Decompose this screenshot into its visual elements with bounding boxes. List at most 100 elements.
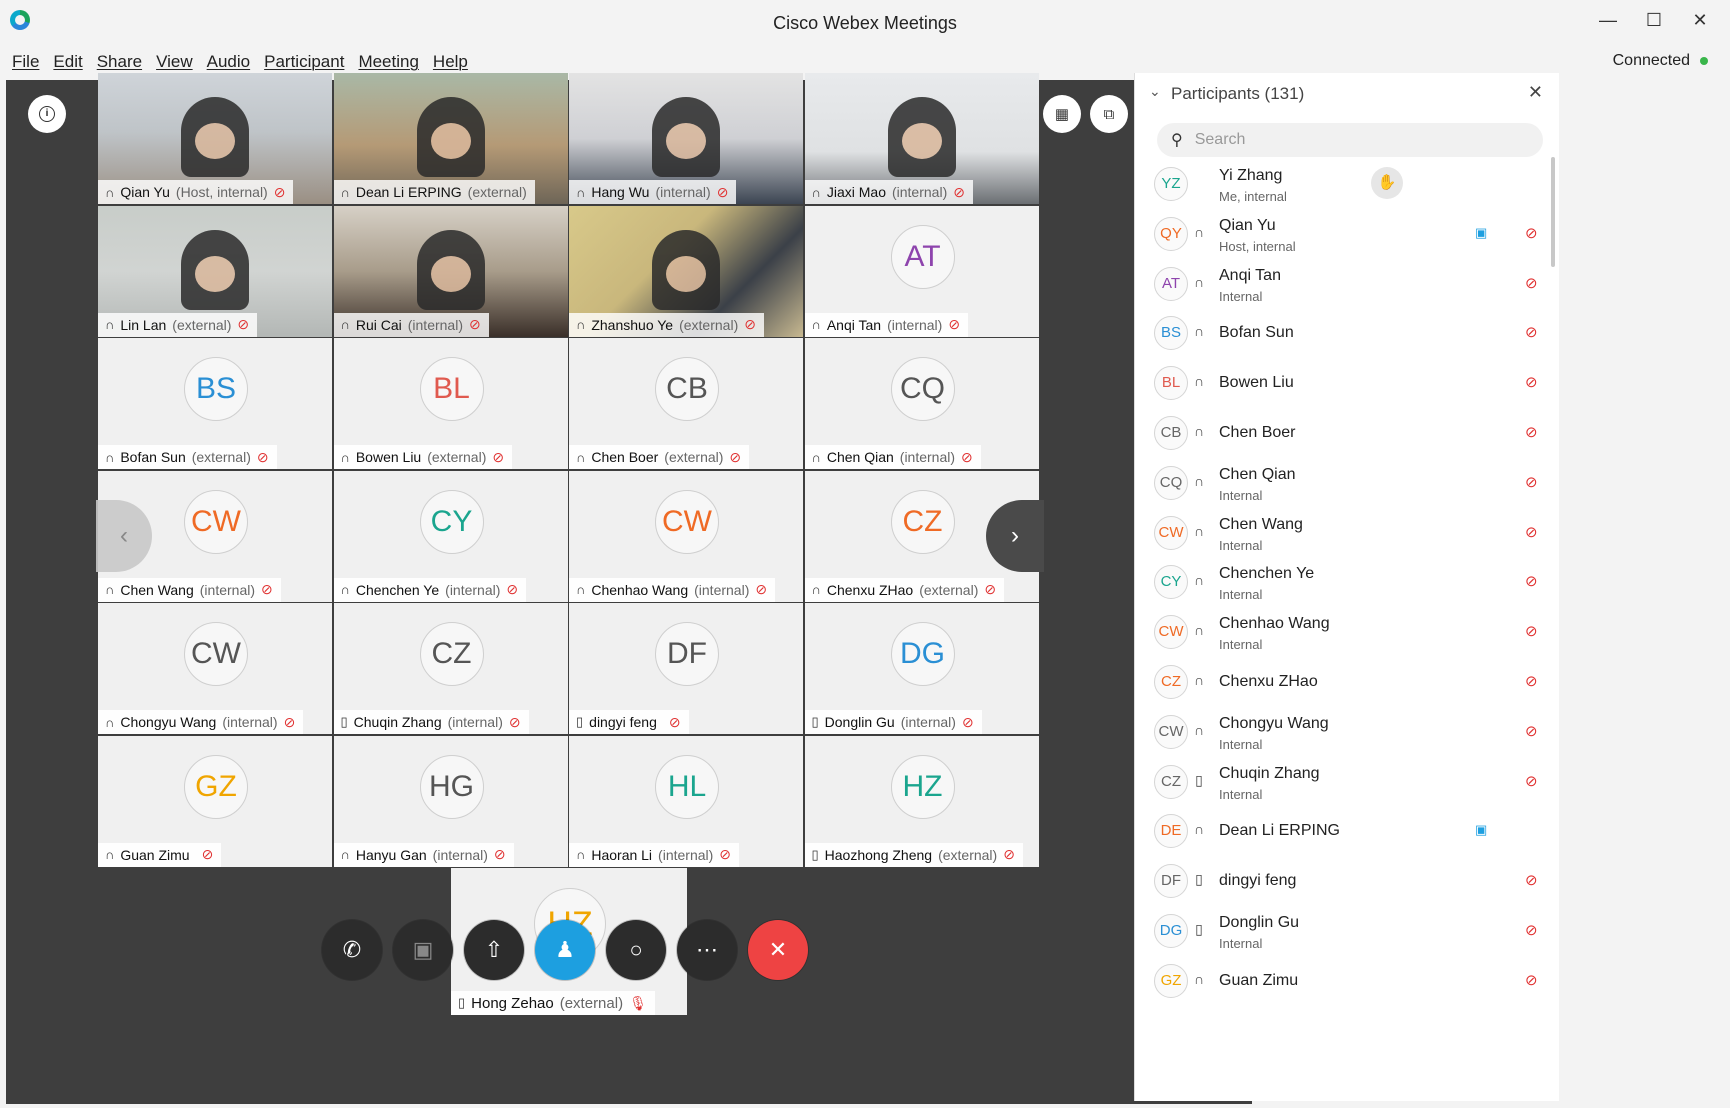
leave-meeting-button[interactable]: ✕ [748,920,808,980]
headset-icon: ∩ [811,184,821,200]
participant-row[interactable]: BL ∩ Bowen Liu ⊘ [1135,360,1559,410]
menu-help[interactable]: Help [433,52,468,72]
participant-row[interactable]: DF ▯ dingyi feng ⊘ [1135,858,1559,908]
menu-edit[interactable]: Edit [53,52,82,72]
participant-list-role: Internal [1219,736,1263,752]
search-input[interactable] [1192,130,1517,150]
participant-name: Lin Lan [120,316,167,333]
participant-row[interactable]: DE ∩ Dean Li ERPING ▣ [1135,808,1559,858]
participant-list-role: Me, internal [1219,189,1287,204]
chevron-down-icon[interactable]: ⌄ [1149,83,1161,100]
video-tile[interactable]: ∩ Zhanshuo Ye (external) ⊘ [569,205,803,337]
muted-mic-icon: ⊘ [1525,224,1538,242]
video-button[interactable]: ▣ [393,920,453,980]
participant-search[interactable]: ⚲ [1157,123,1543,157]
menu-file[interactable]: File [12,52,39,72]
headset-icon: ∩ [1193,472,1205,489]
audio-button[interactable]: ✆ [322,920,382,980]
video-tile[interactable]: BL ∩ Bowen Liu (external) ⊘ [333,338,568,469]
video-tile[interactable]: ∩ Hang Wu (internal) ⊘ [569,73,803,204]
video-tile[interactable]: CW ∩ Chongyu Wang (internal) ⊘ [98,603,332,734]
meeting-info-button[interactable]: i [28,95,66,133]
menu-share[interactable]: Share [97,52,142,72]
participant-avatar: GZ [1154,963,1188,998]
participant-list-role: Internal [1219,935,1263,951]
video-tile[interactable]: ∩ Dean Li ERPING (external) [333,73,568,204]
headset-icon: ∩ [340,317,350,332]
participant-row[interactable]: CB ∩ Chen Boer ⊘ [1135,410,1559,460]
close-window-button[interactable]: ✕ [1688,8,1712,32]
raise-hand-icon[interactable]: ✋ [1371,167,1403,199]
video-tile[interactable]: HG ∩ Hanyu Gan (internal) ⊘ [333,735,568,867]
phone-icon: ▯ [458,995,466,1010]
participant-avatar: BS [1154,316,1188,351]
panel-scrollbar[interactable] [1551,157,1555,267]
video-tile[interactable]: BS ∩ Bofan Sun (external) ⊘ [98,338,332,469]
info-icon: i [39,106,55,122]
participant-list-name: Bowen Liu [1219,374,1294,392]
participant-row[interactable]: CQ ∩ Chen Qian Internal ⊘ [1135,460,1559,510]
menu-audio[interactable]: Audio [207,52,250,72]
participant-name: Donglin Gu [824,714,895,730]
participant-row[interactable]: CY ∩ Chenchen Ye Internal ⊘ [1135,559,1559,609]
participant-row[interactable]: GZ ∩ Guan Zimu ⊘ [1135,958,1559,1008]
connection-status-label: Connected [1612,52,1690,69]
participant-row[interactable]: CZ ∩ Chenxu ZHao ⊘ [1135,659,1559,709]
participant-role: (internal) [199,581,256,598]
maximize-button[interactable]: ☐ [1642,8,1666,32]
video-tile[interactable]: DG ▯ Donglin Gu (internal) ⊘ [804,603,1039,734]
participant-row[interactable]: YZ Yi Zhang Me, internal ✋ [1135,161,1559,211]
participant-name-tag: ∩ Bofan Sun (external) ⊘ [98,445,277,469]
muted-mic-icon: ⊘ [729,448,742,465]
chat-button[interactable]: ○ [606,920,666,980]
video-tile[interactable]: CY ∩ Chenchen Ye (internal) ⊘ [333,470,568,602]
share-button[interactable]: ⇧ [464,920,524,980]
participant-row[interactable]: CZ ▯ Chuqin Zhang Internal ⊘ [1135,759,1559,809]
video-tile[interactable]: CW ∩ Chenhao Wang (internal) ⊘ [569,470,803,602]
muted-mic-icon: ⊘ [1525,722,1538,740]
participant-role: (internal) [694,581,750,598]
participant-row[interactable]: CW ∩ Chenhao Wang Internal ⊘ [1135,609,1559,659]
video-tile[interactable]: GZ ∩ Guan Zimu ⊘ [98,735,332,867]
minimize-button[interactable]: — [1596,8,1620,32]
layout-options-button[interactable]: ⧉ [1090,95,1128,133]
video-tile[interactable]: AT ∩ Anqi Tan (internal) ⊘ [804,205,1039,337]
headset-icon: ∩ [105,184,115,200]
participant-role: (external) [172,316,232,333]
participant-row[interactable]: DG ▯ Donglin Gu Internal ⊘ [1135,908,1559,958]
headset-icon: ∩ [105,582,115,597]
participant-row[interactable]: CW ∩ Chongyu Wang Internal ⊘ [1135,709,1559,759]
video-tile[interactable]: HL ∩ Haoran Li (internal) ⊘ [569,735,803,867]
grid-view-button[interactable]: ▦ [1043,95,1081,133]
person-silhouette [181,97,249,177]
participant-name-tag: ∩ Chongyu Wang (internal) ⊘ [98,710,304,734]
participant-row[interactable]: CW ∩ Chen Wang Internal ⊘ [1135,510,1559,560]
video-tile[interactable]: HZ ▯ Haozhong Zheng (external) ⊘ [804,735,1039,867]
self-name-tag: ▯ Hong Zehao (external) 🎙︎ [451,991,655,1015]
video-tile[interactable]: CQ ∩ Chen Qian (internal) ⊘ [804,338,1039,469]
participant-list-role: Internal [1219,587,1263,603]
menu-meeting[interactable]: Meeting [358,52,418,72]
menu-participant[interactable]: Participant [264,52,344,72]
video-tile[interactable]: ∩ Qian Yu (Host, internal) ⊘ [98,73,332,204]
person-silhouette [652,229,720,310]
participant-row[interactable]: QY ∩ Qian Yu Host, internal ▣ ⊘ [1135,211,1559,261]
participant-row[interactable]: AT ∩ Anqi Tan Internal ⊘ [1135,261,1559,311]
video-tile[interactable]: CZ ▯ Chuqin Zhang (internal) ⊘ [333,603,568,734]
menu-view[interactable]: View [156,52,193,72]
avatar-initials: BL [419,357,484,421]
participants-button[interactable]: ♟ [535,920,595,980]
participants-header: ⌄ Participants (131) ✕ [1135,73,1559,115]
video-tile[interactable]: DF ▯ dingyi feng ⊘ [569,603,803,734]
participant-row[interactable]: BS ∩ Bofan Sun ⊘ [1135,310,1559,360]
more-options-button[interactable]: ⋯ [677,920,737,980]
muted-mic-icon: ⊘ [719,846,732,862]
participant-name-tag: ∩ Chen Boer (external) ⊘ [569,445,750,469]
muted-mic-icon: ⊘ [273,183,286,200]
video-tile[interactable]: CB ∩ Chen Boer (external) ⊘ [569,338,803,469]
video-tile[interactable]: ∩ Rui Cai (internal) ⊘ [333,205,568,337]
video-tile[interactable]: ∩ Jiaxi Mao (internal) ⊘ [804,73,1039,204]
participant-name-tag: ∩ Chenxu ZHao (external) ⊘ [804,577,1005,602]
close-panel-button[interactable]: ✕ [1528,82,1543,103]
video-tile[interactable]: ∩ Lin Lan (external) ⊘ [98,205,332,337]
